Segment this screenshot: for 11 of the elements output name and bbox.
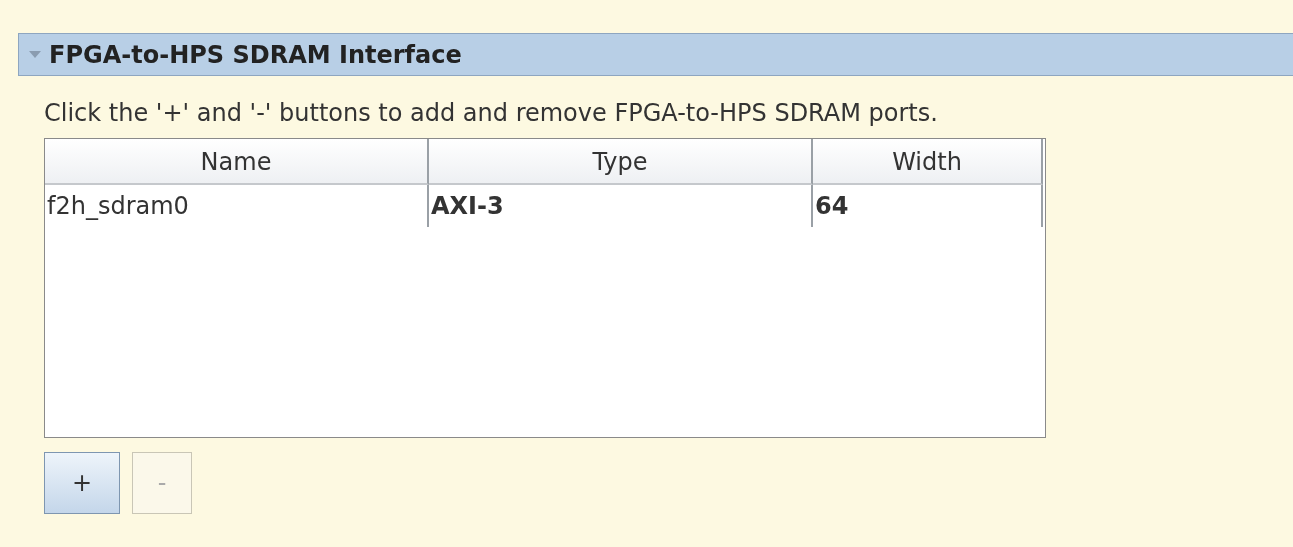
triangle-icon (29, 51, 41, 58)
column-header[interactable]: Type (429, 139, 813, 185)
column-header[interactable]: Width (813, 139, 1043, 185)
section-header[interactable]: FPGA-to-HPS SDRAM Interface (18, 33, 1293, 76)
table-cell: AXI-3 (429, 185, 813, 227)
add-button[interactable]: + (44, 452, 120, 514)
table-cell: f2h_sdram0 (45, 185, 429, 227)
table-cell: 64 (813, 185, 1043, 227)
column-header[interactable]: Name (45, 139, 429, 185)
description-text: Click the '+' and '-' buttons to add and remove FPGA-to-HPS SDRAM ports. (44, 98, 939, 128)
section-title: FPGA-to-HPS SDRAM Interface (49, 40, 462, 69)
